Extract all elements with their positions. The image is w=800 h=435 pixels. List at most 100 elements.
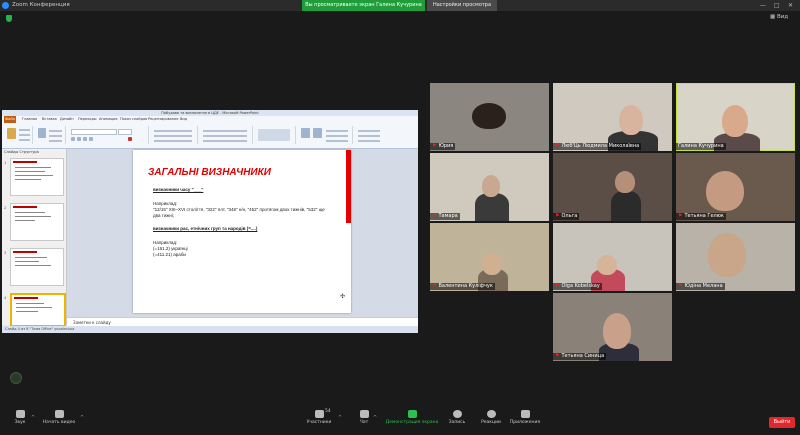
- bullets-icon[interactable]: [154, 130, 192, 132]
- participant-name-tag: ⚑ Ольга: [553, 213, 580, 220]
- thumb-text-line: [16, 303, 44, 304]
- participant-name-tag: ⚑ Юдіна Мелана: [676, 283, 725, 290]
- tab-transitions[interactable]: Переходы: [78, 117, 97, 121]
- video-tile[interactable]: ⚑ Юдіна Мелана: [676, 223, 795, 291]
- tab-design[interactable]: Дизайн: [60, 117, 74, 121]
- layout-icon[interactable]: [49, 130, 62, 132]
- underline-icon[interactable]: [83, 137, 87, 141]
- slide-thumbnail-selected[interactable]: [10, 293, 66, 327]
- smartart-icon[interactable]: [203, 140, 247, 142]
- thumb-text-line: [15, 216, 51, 217]
- title-bar: Zoom Конференция Вы просматриваете экран…: [0, 0, 800, 11]
- participants-caret-icon[interactable]: ^: [338, 415, 342, 421]
- font-family-select[interactable]: [71, 129, 117, 135]
- tab-insert[interactable]: Вставка: [42, 117, 57, 121]
- close-icon[interactable]: ✕: [788, 0, 793, 11]
- slide-thumbnail[interactable]: [10, 158, 64, 196]
- cut-icon[interactable]: [19, 129, 30, 131]
- chat-button[interactable]: Чат: [356, 408, 372, 425]
- chat-caret-icon[interactable]: ^: [373, 415, 377, 421]
- maximize-icon[interactable]: □: [774, 0, 780, 11]
- video-tile[interactable]: ⚑ Тетьяна Гелюк: [676, 153, 795, 221]
- video-tile[interactable]: ⚑ Валентина Куліфчук: [430, 223, 549, 291]
- replace-icon[interactable]: [358, 135, 380, 137]
- tab-review[interactable]: Рецензирование: [148, 117, 179, 121]
- apps-button[interactable]: Приложения: [508, 408, 542, 425]
- format-painter-icon[interactable]: [19, 139, 30, 141]
- quick-styles-icon[interactable]: [313, 128, 322, 138]
- video-tile[interactable]: ⚑ Юрия: [430, 83, 549, 151]
- zoom-logo-icon: [2, 2, 9, 9]
- shape-effects-icon[interactable]: [326, 140, 348, 142]
- video-tile-active-speaker[interactable]: Галина Кучурина: [676, 83, 795, 151]
- tab-animation[interactable]: Анимация: [99, 117, 118, 121]
- shape-outline-icon[interactable]: [326, 135, 348, 137]
- share-screen-button[interactable]: Демонстрация экрана: [384, 408, 440, 425]
- new-slide-icon[interactable]: [38, 128, 46, 138]
- copy-icon[interactable]: [19, 134, 30, 136]
- tab-home[interactable]: Главная: [22, 117, 37, 121]
- slide-thumbnails-pane: Слайды Структура 1 2 3 4: [2, 149, 67, 327]
- thumb-pane-tabs[interactable]: Слайды Структура: [4, 150, 39, 154]
- font-color-icon[interactable]: [128, 137, 132, 141]
- video-tile[interactable]: ⚑ Ольга: [553, 153, 672, 221]
- participant-name: Валентина Куліфчук: [438, 283, 493, 289]
- leave-meeting-button[interactable]: Выйти: [769, 417, 795, 428]
- arrange-icon[interactable]: [301, 128, 310, 138]
- participant-video: [472, 103, 506, 129]
- slide-thumbnail[interactable]: [10, 248, 64, 286]
- slide-example-text: (=161.2) українці: [153, 246, 188, 251]
- video-tile[interactable]: ⚑ Тамара: [430, 153, 549, 221]
- minimize-icon[interactable]: —: [760, 0, 766, 11]
- find-icon[interactable]: [358, 130, 380, 132]
- arrange-group: [298, 126, 353, 144]
- paste-icon[interactable]: [7, 128, 16, 139]
- shape-fill-icon[interactable]: [326, 130, 348, 132]
- bold-icon[interactable]: [71, 137, 75, 141]
- video-tile[interactable]: ⚑ Olga Kobelskay: [553, 223, 672, 291]
- text-direction-icon[interactable]: [203, 130, 247, 132]
- tab-view[interactable]: Вид: [180, 117, 187, 121]
- audio-options-caret-icon[interactable]: ^: [31, 415, 35, 421]
- security-shield-icon[interactable]: [6, 15, 12, 22]
- tab-slideshow[interactable]: Показ слайдов: [120, 117, 147, 121]
- slide-title: ЗАГАЛЬНІ ВИЗНАЧНИКИ: [148, 167, 271, 178]
- thumb-number: 4: [4, 296, 7, 300]
- floating-edit-icon[interactable]: [10, 372, 22, 384]
- view-button[interactable]: ▦ Вид: [770, 14, 788, 20]
- section-icon[interactable]: [49, 140, 62, 142]
- current-slide[interactable]: ЗАГАЛЬНІ ВИЗНАЧНИКИ визначники часу "___…: [133, 150, 351, 313]
- participant-name: Тамара: [438, 213, 458, 219]
- mic-muted-icon: ⚑: [555, 283, 560, 289]
- slide-thumbnail[interactable]: [10, 203, 64, 241]
- align-text-icon[interactable]: [203, 135, 247, 137]
- meeting-toolbar: Звук ^ Начать видео ^ Участники 54 ^ Чат…: [0, 406, 800, 435]
- italic-icon[interactable]: [77, 137, 81, 141]
- share-screen-label: Демонстрация экрана: [385, 420, 439, 425]
- align-icon[interactable]: [154, 135, 192, 137]
- thumb-text-line: [16, 311, 38, 312]
- mic-muted-icon: ⚑: [678, 213, 683, 219]
- spacing-icon[interactable]: [154, 140, 192, 142]
- slide-example-text: "12/15" XIII–XVI століття, "322" плт, "3…: [153, 207, 325, 212]
- participant-name-tag: ⚑ Тамара: [430, 213, 460, 220]
- font-size-select[interactable]: [118, 129, 132, 135]
- video-tile[interactable]: ⚑ Люб'Ць Людмила Миколаївна: [553, 83, 672, 151]
- participant-video: [597, 255, 617, 275]
- start-video-button[interactable]: Начать видео: [40, 408, 78, 425]
- reset-icon[interactable]: [49, 135, 62, 137]
- video-options-caret-icon[interactable]: ^: [80, 415, 84, 421]
- reactions-button[interactable]: Реакции: [478, 408, 504, 425]
- status-text: Слайд 4 из 8 "Тема Office" українська: [5, 327, 75, 331]
- record-button[interactable]: Запись: [446, 408, 468, 425]
- view-options-button[interactable]: Настройки просмотра: [427, 0, 497, 11]
- shapes-gallery[interactable]: [258, 129, 290, 141]
- strike-icon[interactable]: [89, 137, 93, 141]
- thumb-title-bar: [13, 251, 37, 253]
- file-tab[interactable]: Файл: [4, 116, 16, 123]
- video-tile[interactable]: ⚑ Тетьяна Синица: [553, 293, 672, 361]
- select-icon[interactable]: [358, 140, 380, 142]
- participant-name: Юдіна Мелана: [684, 283, 723, 289]
- participant-name-tag: Галина Кучурина: [676, 143, 726, 150]
- audio-button[interactable]: Звук: [10, 408, 30, 425]
